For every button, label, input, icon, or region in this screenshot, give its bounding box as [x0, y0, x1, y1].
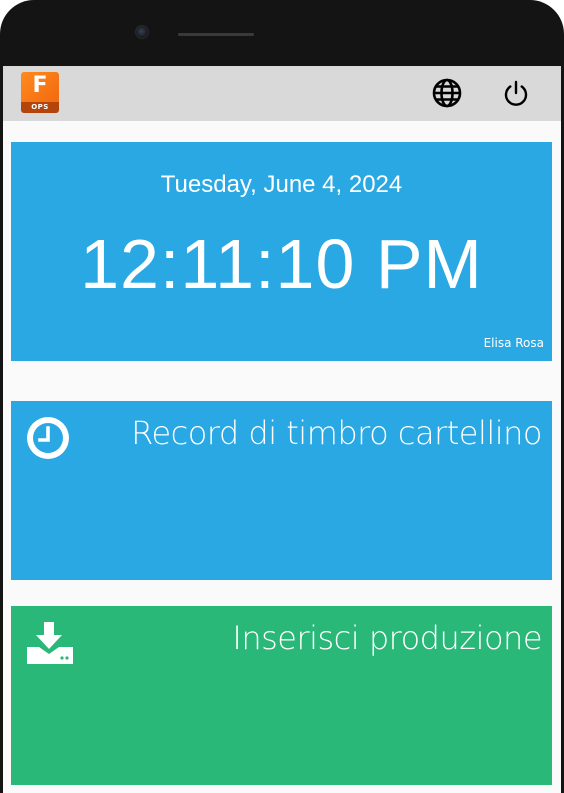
earpiece-speaker-icon — [178, 33, 254, 36]
power-icon — [504, 80, 528, 106]
current-time: 12:11:10 PM — [80, 225, 483, 303]
language-button[interactable] — [430, 76, 464, 110]
phone-bezel-top — [0, 0, 564, 68]
tile-title: Inserisci produzione — [232, 619, 542, 657]
current-date: Tuesday, June 4, 2024 — [160, 171, 403, 198]
logo-letter: F — [21, 72, 59, 102]
globe-icon — [432, 78, 462, 108]
logout-button[interactable] — [499, 76, 533, 110]
app-bar: F OPS — [3, 66, 561, 121]
phone-device: F OPS Tuesday, June 4, 2024 12:11:10 PM … — [0, 0, 564, 793]
app-screen: F OPS Tuesday, June 4, 2024 12:11:10 PM … — [3, 66, 561, 793]
clock-icon — [25, 415, 71, 461]
download-tray-icon — [25, 620, 73, 666]
app-logo: F OPS — [21, 72, 59, 113]
clock-panel: Tuesday, June 4, 2024 12:11:10 PM Elisa … — [11, 142, 552, 361]
user-name: Elisa Rosa — [483, 336, 544, 350]
tile-record-timbro[interactable]: Record di timbro cartellino — [11, 401, 552, 580]
logo-caption: OPS — [21, 102, 59, 113]
front-camera-icon — [135, 25, 149, 39]
tile-title: Record di timbro cartellino — [131, 414, 542, 452]
tile-inserisci-produzione[interactable]: Inserisci produzione — [11, 606, 552, 785]
